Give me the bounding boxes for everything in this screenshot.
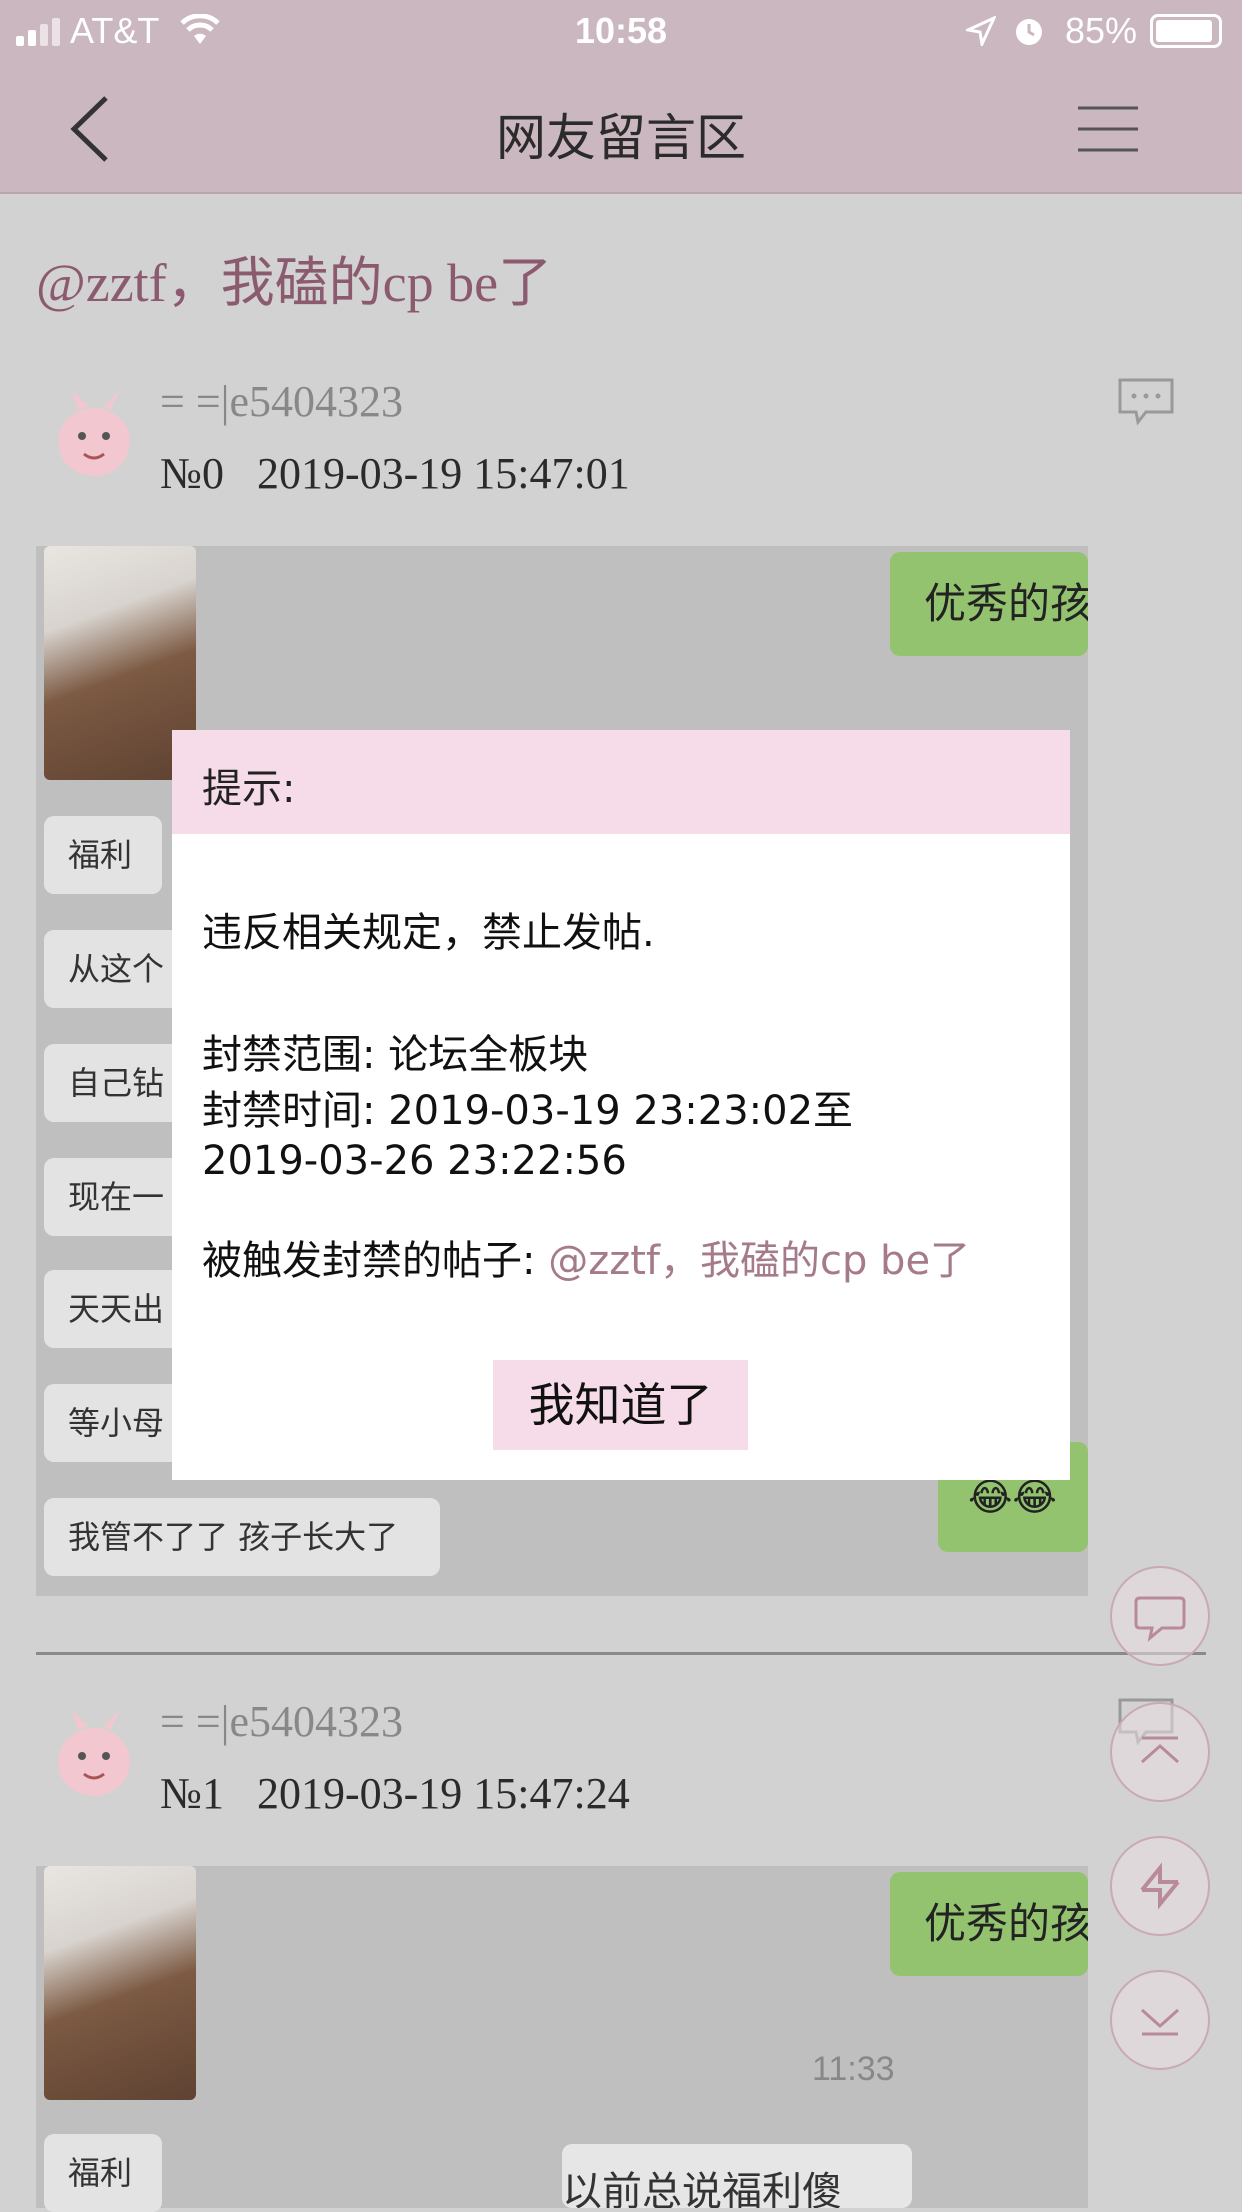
dialog-message: 违反相关规定，禁止发帖. — [202, 910, 655, 956]
post-datetime: 2019-03-19 15:47:24 — [256, 1769, 630, 1818]
chat-chip: 等小母 — [44, 1384, 184, 1462]
ban-scope-label: 封禁范围: — [202, 1032, 389, 1078]
comment-icon[interactable] — [1116, 376, 1176, 426]
post-username[interactable]: = =|e5404323 — [160, 376, 403, 427]
post-number: №0 — [160, 449, 224, 498]
trigger-post: 被触发封禁的帖子: @zztf，我磕的cp be了 — [202, 1228, 970, 1286]
dialog-title: 提示: — [202, 766, 296, 812]
thread-title: @zztf，我磕的cp be了 — [36, 253, 553, 313]
refresh-icon — [1140, 1862, 1180, 1910]
trigger-post-link[interactable]: @zztf，我磕的cp be了 — [548, 1238, 970, 1284]
avatar[interactable] — [44, 1696, 144, 1806]
post-meta: №1 2019-03-19 15:47:24 — [160, 1768, 630, 1819]
avatar-icon — [58, 1710, 130, 1796]
chat-button[interactable] — [1110, 1566, 1210, 1666]
page-title: 网友留言区 — [496, 109, 746, 167]
nav-bar: 网友留言区 — [0, 62, 1242, 194]
chat-chip-partial: 以前总说福利傻 — [562, 2144, 912, 2208]
post-datetime: 2019-03-19 15:47:01 — [256, 449, 630, 498]
trigger-post-label: 被触发封禁的帖子: — [202, 1238, 549, 1284]
chat-chip: 我管不了了 孩子长大了 — [44, 1498, 440, 1576]
ban-time-label: 封禁时间: — [202, 1088, 389, 1134]
chat-bubble: 优秀的孩 — [890, 552, 1088, 656]
chat-bubble: 优秀的孩 — [890, 1872, 1088, 1976]
chat-chip: 现在一 — [44, 1158, 184, 1236]
post-divider — [36, 1652, 1206, 1655]
battery-icon — [1150, 14, 1222, 48]
avatar[interactable] — [44, 376, 144, 486]
post-meta: №0 2019-03-19 15:47:01 — [160, 448, 630, 499]
dialog-header: 提示: — [172, 730, 1070, 834]
alarm-icon — [1016, 19, 1042, 45]
scroll-bottom-button[interactable] — [1110, 1970, 1210, 2070]
chat-chip: 自己钻 — [44, 1044, 184, 1122]
post-photo — [44, 1866, 196, 2100]
chat-chip: 福利 — [44, 2134, 162, 2212]
refresh-button[interactable] — [1110, 1836, 1210, 1936]
ban-notice-dialog: 提示: 违反相关规定，禁止发帖. 封禁范围: 论坛全板块 封禁时间: 2019-… — [172, 730, 1070, 1480]
chat-chip: 从这个 — [44, 930, 184, 1008]
post-username[interactable]: = =|e5404323 — [160, 1696, 403, 1747]
post-number: №1 — [160, 1769, 224, 1818]
ban-time-end: 2019-03-26 23:22:56 — [202, 1138, 627, 1184]
chat-time: 11:33 — [812, 2050, 895, 2088]
ban-time: 封禁时间: 2019-03-19 23:23:02至 2019-03-26 23… — [202, 1086, 853, 1186]
ban-scope: 封禁范围: 论坛全板块 — [202, 1022, 588, 1080]
avatar-icon — [58, 390, 130, 476]
ban-scope-value: 论坛全板块 — [388, 1032, 589, 1078]
menu-icon[interactable] — [1078, 104, 1138, 154]
post-screenshot[interactable]: 优秀的孩 11:33 福利 以前总说福利傻 — [36, 1866, 1088, 2212]
ban-time-start: 2019-03-19 23:23:02至 — [388, 1088, 854, 1134]
clock: 10:58 — [574, 10, 668, 51]
scroll-top-icon — [1141, 1736, 1179, 1764]
chat-chip: 天天出 — [44, 1270, 184, 1348]
chat-chip: 福利 — [44, 816, 162, 894]
scroll-bottom-icon — [1141, 2008, 1179, 2036]
scroll-top-button[interactable] — [1110, 1702, 1210, 1802]
location-icon — [966, 16, 996, 46]
battery-percent: 85% — [1065, 10, 1138, 51]
acknowledge-button[interactable]: 我知道了 — [493, 1360, 748, 1450]
chat-icon — [1134, 1596, 1186, 1642]
status-bar: AT&T 10:58 85% — [0, 0, 1242, 62]
